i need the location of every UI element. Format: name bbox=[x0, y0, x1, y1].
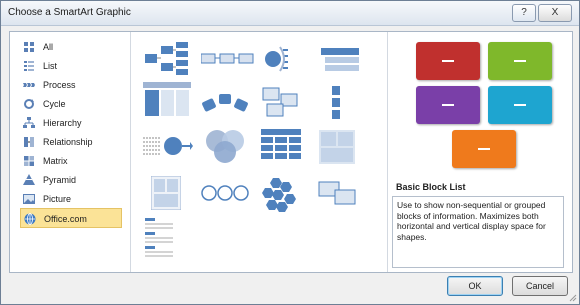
layout-preview bbox=[396, 38, 566, 178]
preview-block bbox=[416, 86, 480, 124]
layout-thumbnail[interactable] bbox=[201, 90, 249, 116]
layout-thumbnail[interactable] bbox=[261, 42, 301, 76]
category-label: Process bbox=[43, 80, 76, 90]
preview-block bbox=[488, 86, 552, 124]
resize-grip-icon[interactable] bbox=[567, 292, 577, 302]
layout-thumbnail[interactable] bbox=[329, 86, 343, 120]
preview-block bbox=[452, 130, 516, 168]
list-icon bbox=[24, 61, 34, 71]
category-label: Relationship bbox=[43, 137, 93, 147]
category-all[interactable]: All bbox=[20, 38, 122, 56]
layout-gallery bbox=[131, 32, 388, 272]
category-hierarchy[interactable]: Hierarchy bbox=[20, 114, 122, 132]
office-com-icon bbox=[24, 213, 36, 225]
layout-thumbnail[interactable] bbox=[143, 130, 193, 162]
category-relationship[interactable]: Relationship bbox=[20, 133, 122, 151]
preview-block bbox=[416, 42, 480, 80]
relationship-icon bbox=[24, 137, 34, 147]
layout-thumbnail[interactable] bbox=[151, 176, 181, 210]
layout-thumbnail[interactable] bbox=[143, 218, 191, 262]
layout-thumbnail[interactable] bbox=[201, 128, 249, 164]
category-label: Matrix bbox=[43, 156, 68, 166]
layout-thumbnail[interactable] bbox=[261, 84, 301, 118]
category-cycle[interactable]: Cycle bbox=[20, 95, 122, 113]
category-office-com[interactable]: Office.com bbox=[20, 208, 122, 228]
category-label: Pyramid bbox=[43, 175, 77, 185]
category-list: All List Process Cycle Hierarchy Relatio… bbox=[10, 32, 131, 272]
layout-thumbnail[interactable] bbox=[201, 184, 249, 202]
ok-button[interactable]: OK bbox=[447, 276, 503, 296]
category-label: List bbox=[43, 61, 58, 71]
title-bar: Choose a SmartArt Graphic ? X bbox=[1, 1, 579, 26]
cycle-icon bbox=[24, 99, 34, 109]
category-label: All bbox=[43, 42, 54, 52]
layout-thumbnail[interactable] bbox=[201, 52, 255, 66]
picture-icon bbox=[23, 194, 35, 204]
category-list-item[interactable]: List bbox=[20, 57, 122, 75]
pyramid-icon bbox=[23, 174, 35, 185]
all-icon bbox=[24, 42, 34, 52]
preview-pane: Basic Block List Use to show non-sequent… bbox=[388, 32, 572, 272]
layout-description: Use to show non-sequential or grouped bl… bbox=[392, 196, 564, 268]
preview-block bbox=[488, 42, 552, 80]
layout-thumbnail[interactable] bbox=[259, 128, 303, 166]
dialog-title: Choose a SmartArt Graphic bbox=[8, 7, 131, 18]
help-button[interactable]: ? bbox=[512, 4, 536, 22]
matrix-icon bbox=[24, 156, 34, 166]
category-pyramid[interactable]: Pyramid bbox=[20, 171, 122, 189]
dialog-body: All List Process Cycle Hierarchy Relatio… bbox=[9, 31, 573, 273]
smartart-dialog: Choose a SmartArt Graphic ? X All List P… bbox=[0, 0, 580, 305]
layout-thumbnail[interactable] bbox=[319, 130, 355, 164]
category-matrix[interactable]: Matrix bbox=[20, 152, 122, 170]
category-process[interactable]: Process bbox=[20, 76, 122, 94]
close-button[interactable]: X bbox=[538, 4, 572, 22]
category-label: Hierarchy bbox=[43, 118, 82, 128]
cancel-button[interactable]: Cancel bbox=[512, 276, 568, 296]
category-label: Cycle bbox=[43, 99, 66, 109]
category-label: Picture bbox=[43, 194, 72, 204]
category-picture[interactable]: Picture bbox=[20, 190, 122, 208]
layout-name: Basic Block List bbox=[396, 182, 466, 192]
layout-thumbnail[interactable] bbox=[143, 82, 191, 118]
layout-thumbnail[interactable] bbox=[259, 176, 301, 212]
category-label: Office.com bbox=[44, 214, 87, 224]
process-icon bbox=[23, 83, 35, 87]
layout-thumbnail[interactable] bbox=[321, 44, 361, 74]
hierarchy-icon bbox=[23, 117, 35, 128]
layout-thumbnail[interactable] bbox=[317, 180, 357, 206]
layout-thumbnail[interactable] bbox=[143, 42, 191, 76]
